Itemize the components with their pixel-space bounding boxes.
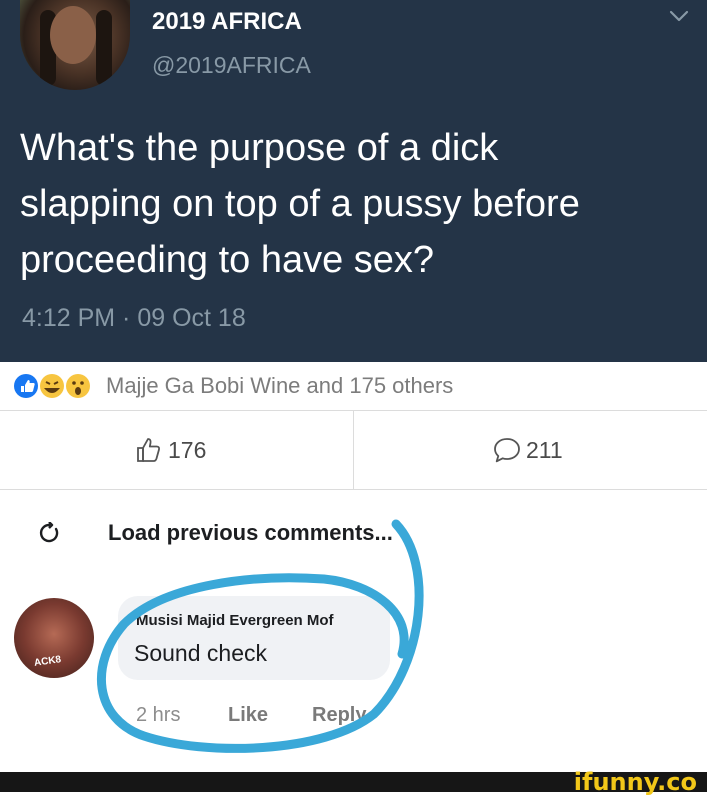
haha-reaction-icon xyxy=(40,374,64,398)
tweet-card: 2019 AFRICA @2019AFRICA What's the purpo… xyxy=(0,0,707,362)
avatar-face xyxy=(50,6,96,64)
comment-count: 211 xyxy=(526,436,563,463)
divider xyxy=(353,411,354,489)
comment-button[interactable]: 211 xyxy=(492,435,563,465)
tweet-text: What's the purpose of a dick slapping on… xyxy=(20,127,580,281)
display-name[interactable]: 2019 AFRICA xyxy=(152,8,302,36)
commenter-avatar[interactable]: ACK8 xyxy=(14,598,94,678)
footer-bar: ifunny.co xyxy=(0,768,707,796)
chevron-down-icon[interactable] xyxy=(666,6,692,26)
reactions-summary[interactable]: Majje Ga Bobi Wine and 175 others xyxy=(0,362,707,410)
annotation-circle xyxy=(97,519,424,753)
tweet-timestamp[interactable]: 4:12 PM · 09 Oct 18 xyxy=(22,304,246,333)
post-actions: 176 211 xyxy=(0,411,707,489)
avatar-logo-text: ACK8 xyxy=(33,654,62,669)
divider xyxy=(0,489,707,490)
reactions-text: Majje Ga Bobi Wine and 175 others xyxy=(106,373,454,398)
user-handle[interactable]: @2019AFRICA xyxy=(152,52,311,79)
thumbs-up-icon xyxy=(137,438,161,462)
avatar[interactable] xyxy=(20,0,130,90)
speech-bubble-icon xyxy=(494,438,520,463)
refresh-icon xyxy=(39,522,59,543)
facebook-post: Majje Ga Bobi Wine and 175 others 176 21… xyxy=(0,362,707,753)
like-button[interactable]: 176 xyxy=(134,435,206,465)
like-count: 176 xyxy=(168,436,207,463)
reaction-icons xyxy=(14,374,90,398)
avatar-hair-right xyxy=(96,10,112,86)
